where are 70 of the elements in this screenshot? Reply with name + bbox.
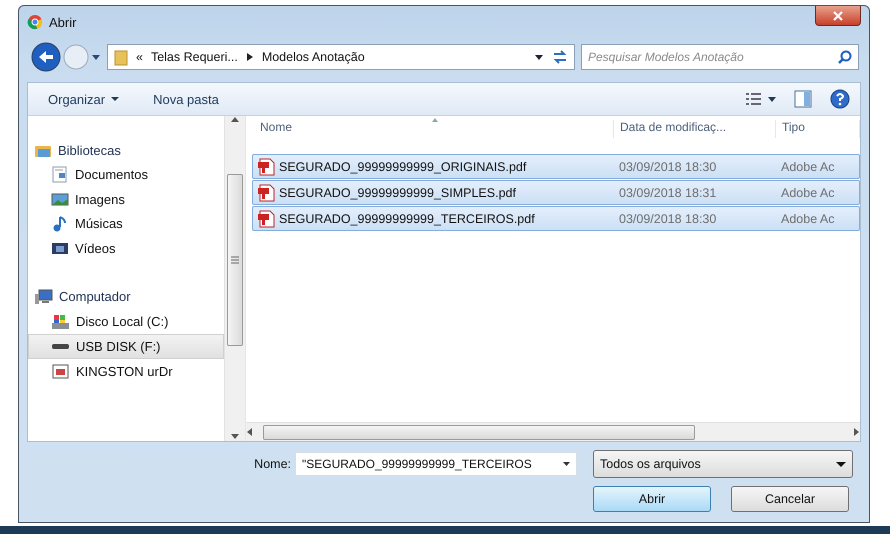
breadcrumb[interactable]: «	[136, 50, 143, 64]
address-bar[interactable]: « Telas Requeri... Modelos Anotação	[107, 44, 575, 70]
pdf-file-icon	[257, 184, 275, 202]
grip-icon	[231, 256, 239, 264]
usb-drive-icon	[52, 344, 69, 349]
dialog-button[interactable]: Abrir	[593, 486, 711, 512]
scroll-down-icon	[230, 433, 240, 441]
sidebar-item[interactable]: Músicas	[28, 211, 224, 236]
caret-icon	[111, 96, 120, 102]
sidebar-item[interactable]: Vídeos	[28, 236, 224, 260]
close-button[interactable]	[815, 6, 861, 26]
back-button-icon	[31, 42, 61, 72]
search-field[interactable]: Pesquisar Modelos Anotação	[581, 44, 859, 70]
sidebar-item[interactable]: KINGSTON urDr	[28, 359, 224, 384]
search-icon	[838, 50, 852, 64]
sidebar-item[interactable]: Disco Local (C:)	[28, 309, 224, 334]
modified-date: 03/09/2018 18:30	[618, 160, 718, 174]
sidebar-item[interactable]: Documentos	[28, 162, 224, 187]
forward-button-icon	[63, 44, 89, 70]
breadcrumb[interactable]: Telas Requeri...	[150, 50, 238, 64]
document-icon	[51, 166, 69, 183]
preview-pane-icon	[794, 90, 812, 108]
picture-icon	[51, 191, 69, 207]
scrollbar-thumb[interactable]	[227, 174, 243, 346]
column-header[interactable]: Data de modificaç...	[614, 120, 776, 138]
folder-icon	[114, 48, 128, 66]
app-icon	[27, 14, 43, 30]
file-row[interactable]: SEGURADO_99999999999_SIMPLES.pdf 03/09/2018 18:31 Adobe Ac	[252, 180, 860, 205]
dropdown-arrow-icon	[836, 462, 846, 466]
file-type: Adobe Ac	[780, 160, 836, 174]
dropdown-arrow-icon	[534, 53, 544, 61]
sidebar-item[interactable]: Imagens	[28, 187, 224, 211]
filename-field[interactable]: "SEGURADO_99999999999_TERCEIROS	[295, 452, 577, 476]
modified-date: 03/09/2018 18:30	[618, 212, 718, 226]
close-icon	[832, 10, 844, 22]
file-row[interactable]: SEGURADO_99999999999_ORIGINAIS.pdf 03/09/2018 18:30 Adobe Ac	[252, 154, 860, 179]
view-options-icon	[746, 92, 776, 106]
removable-drive-icon	[51, 363, 70, 380]
file-name: SEGURADO_99999999999_SIMPLES.pdf	[279, 186, 516, 200]
music-note-icon	[51, 215, 69, 232]
toolbar-button[interactable]: Organizar	[42, 90, 126, 108]
breadcrumb[interactable]: Modelos Anotação	[262, 50, 365, 64]
file-type-dropdown[interactable]: Todos os arquivos	[593, 450, 853, 478]
column-header[interactable]: Tipo	[776, 120, 860, 138]
modified-date: 03/09/2018 18:31	[618, 186, 718, 200]
sort-arrow-icon	[432, 118, 438, 123]
dropdown-arrow-icon	[91, 53, 101, 61]
sidebar-item[interactable]: USB DISK (F:)	[28, 334, 224, 359]
dropdown-arrow-icon	[563, 462, 570, 466]
pdf-file-icon	[257, 210, 275, 228]
help-icon	[830, 89, 850, 109]
drive-icon	[51, 313, 70, 330]
sidebar-item[interactable]: Computador	[28, 284, 224, 309]
refresh-icon	[552, 49, 568, 65]
filename-label: Nome:	[254, 457, 291, 471]
film-icon	[51, 240, 69, 256]
file-type: Adobe Ac	[780, 186, 836, 200]
file-type: Adobe Ac	[780, 212, 836, 226]
file-row[interactable]: SEGURADO_99999999999_TERCEIROS.pdf 03/09/2018 18:30 Adobe Ac	[252, 206, 860, 231]
computer-icon	[34, 288, 53, 305]
dialog-button[interactable]: Cancelar	[731, 486, 849, 512]
scrollbar-thumb[interactable]	[263, 424, 695, 440]
toolbar-button[interactable]: Nova pasta	[147, 90, 225, 108]
window-title: Abrir	[49, 14, 76, 30]
scroll-right-icon	[853, 427, 860, 437]
file-name: SEGURADO_99999999999_TERCEIROS.pdf	[279, 212, 535, 226]
pdf-file-icon	[257, 158, 275, 176]
chevron-right-icon	[246, 52, 254, 62]
sidebar-item[interactable]: Bibliotecas	[28, 138, 224, 162]
file-name: SEGURADO_99999999999_ORIGINAIS.pdf	[279, 160, 526, 174]
